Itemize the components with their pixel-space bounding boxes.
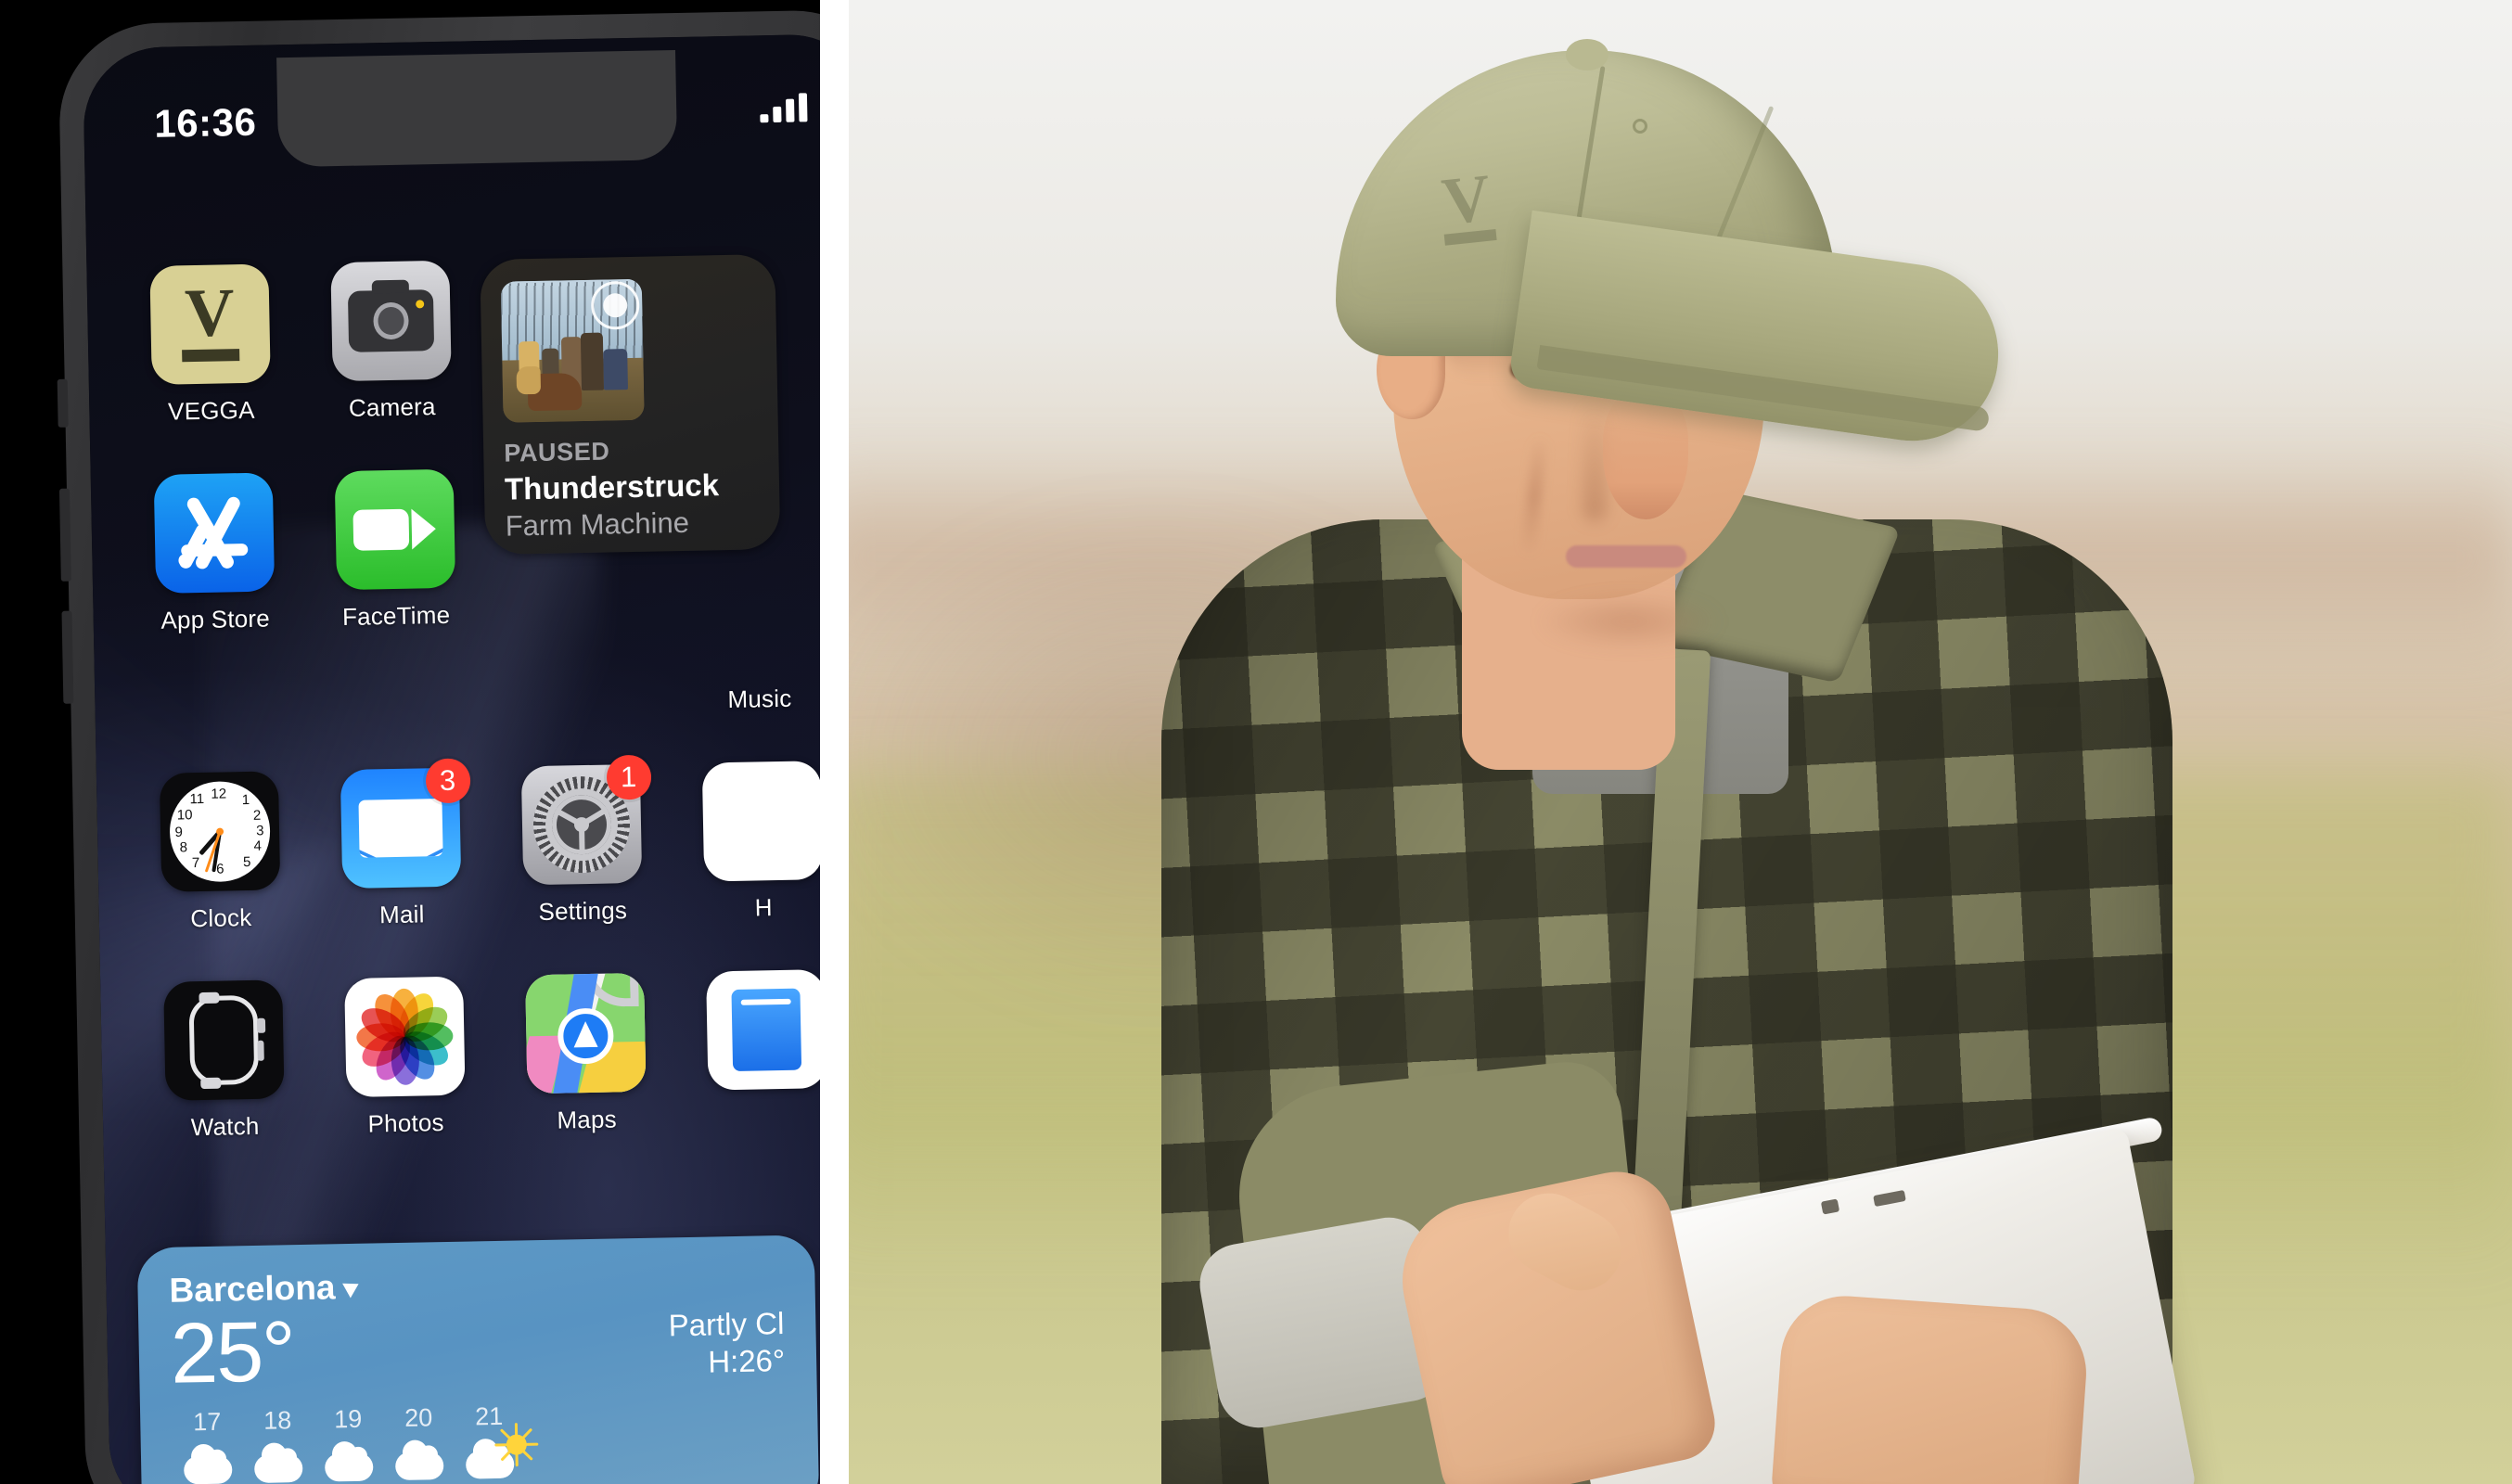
app-grid: V VEGGA Camera PAUSED Thunderstruck Farm… (86, 252, 820, 1144)
app-icon-health[interactable]: H (671, 761, 820, 925)
cloud-icon (314, 1440, 385, 1484)
app-label: Photos (367, 1108, 444, 1138)
weather-condition: Partly Cl (668, 1306, 785, 1343)
cloud-sun-icon (455, 1423, 539, 1484)
chin-shadow (1536, 594, 1722, 649)
weather-right: Partly Cl H:26° (667, 1260, 785, 1380)
app-label: Watch (190, 1111, 260, 1142)
app-label: App Store (160, 604, 271, 634)
app-icon-maps[interactable]: Maps (493, 972, 677, 1136)
facetime-icon (334, 468, 455, 591)
weather-hour-cell: 18 25° (242, 1406, 315, 1484)
volume-down-button[interactable] (61, 610, 74, 704)
app-label: Clock (190, 902, 252, 933)
app-icon-photos[interactable]: Photos (313, 976, 496, 1140)
app-label: FaceTime (341, 600, 451, 632)
cloud-icon (384, 1439, 455, 1484)
status-bar-time: 16:36 (153, 99, 257, 146)
status-bar: 16:36 (83, 33, 820, 171)
weather-hour: 20 (404, 1403, 433, 1433)
weather-widget[interactable]: Barcelona 25° Partly Cl H:26° 17 18 19 2… (136, 1235, 820, 1484)
app-icon-vegga[interactable]: V VEGGA (118, 263, 301, 428)
maps-icon (524, 972, 647, 1094)
app-label: VEGGA (167, 395, 255, 426)
weather-city-name: Barcelona (169, 1268, 336, 1310)
weather-hour-cell: 17 25° (172, 1407, 245, 1484)
cloud-icon (173, 1443, 244, 1484)
app-icon-watch[interactable]: Watch (132, 979, 315, 1144)
weather-hour-cell: 21 23° (454, 1402, 539, 1484)
weather-hour: 19 (333, 1404, 363, 1434)
phone-panel: 16:36 V VEGGA Camera PAUSED Thunderstruc… (0, 0, 820, 1484)
health-icon (701, 761, 820, 882)
clock-icon: 12 1 2 3 4 5 6 7 8 9 10 11 (159, 771, 280, 892)
app-icon-facetime[interactable]: FaceTime (303, 468, 487, 633)
status-bar-right (760, 92, 808, 123)
location-arrow-icon (342, 1276, 363, 1298)
contacts-icon (705, 969, 820, 1091)
app-label: Settings (538, 896, 628, 927)
app-icon-mail[interactable]: 3 Mail (309, 758, 493, 931)
cap-button (1566, 39, 1608, 70)
app-icon-camera[interactable]: Camera (299, 260, 482, 424)
app-label: Maps (557, 1105, 618, 1134)
weather-high-low: H:26° (707, 1343, 786, 1379)
photo-panel: V (820, 0, 2512, 1484)
weather-top-row: Barcelona 25° Partly Cl H:26° (169, 1260, 785, 1401)
app-label: H (754, 893, 774, 922)
hand-right-holding-tablet (1770, 1291, 2091, 1484)
music-app-label: Music (727, 684, 792, 714)
phone-screen: 16:36 V VEGGA Camera PAUSED Thunderstruc… (82, 33, 820, 1484)
app-store-icon (153, 472, 275, 594)
phone-device-frame: 16:36 V VEGGA Camera PAUSED Thunderstruc… (57, 8, 820, 1484)
app-icon-contacts[interactable] (674, 968, 820, 1132)
weather-hour-cell: 19 24° (313, 1404, 386, 1484)
photos-icon (343, 976, 466, 1098)
app-label: Camera (348, 392, 436, 422)
mute-switch[interactable] (57, 378, 69, 428)
weather-hour-cell: 20 23° (383, 1403, 456, 1484)
mail-badge: 3 (425, 758, 471, 804)
album-art (500, 278, 645, 423)
panel-divider (820, 0, 849, 1484)
app-label: Mail (378, 900, 425, 929)
settings-badge: 1 (606, 754, 651, 800)
music-widget[interactable]: PAUSED Thunderstruck Farm Machine (480, 253, 781, 556)
camera-icon (329, 260, 452, 382)
music-state: PAUSED (504, 437, 610, 467)
weather-hour: 18 (263, 1406, 292, 1435)
app-icon-settings[interactable]: 1 Settings (490, 754, 673, 928)
weather-current-temp: 25° (169, 1304, 295, 1401)
mouth (1566, 545, 1686, 568)
weather-hourly-row: 17 25° 18 25° 19 24° (172, 1397, 788, 1484)
weather-left: Barcelona 25° (169, 1268, 363, 1401)
cloud-icon (243, 1442, 314, 1484)
music-artist: Farm Machine (505, 505, 690, 543)
app-icon-clock[interactable]: 12 1 2 3 4 5 6 7 8 9 10 11 Clock (128, 771, 312, 935)
nose (1603, 390, 1688, 519)
watch-icon (162, 979, 285, 1101)
music-app-label-cell: Music (669, 671, 820, 716)
volume-up-button[interactable] (58, 488, 71, 582)
cellular-signal-icon (760, 93, 808, 123)
split-screenshot-stage: 16:36 V VEGGA Camera PAUSED Thunderstruc… (0, 0, 2512, 1484)
vegga-icon: V (148, 263, 271, 385)
farmer-subject: V (942, 0, 2390, 1484)
weather-hour: 17 (192, 1407, 222, 1437)
cap-vegga-logo-icon: V (1430, 160, 1504, 246)
music-title: Thunderstruck (504, 467, 720, 506)
app-icon-app-store[interactable]: App Store (122, 472, 306, 636)
cap-eyelet (1633, 119, 1647, 134)
